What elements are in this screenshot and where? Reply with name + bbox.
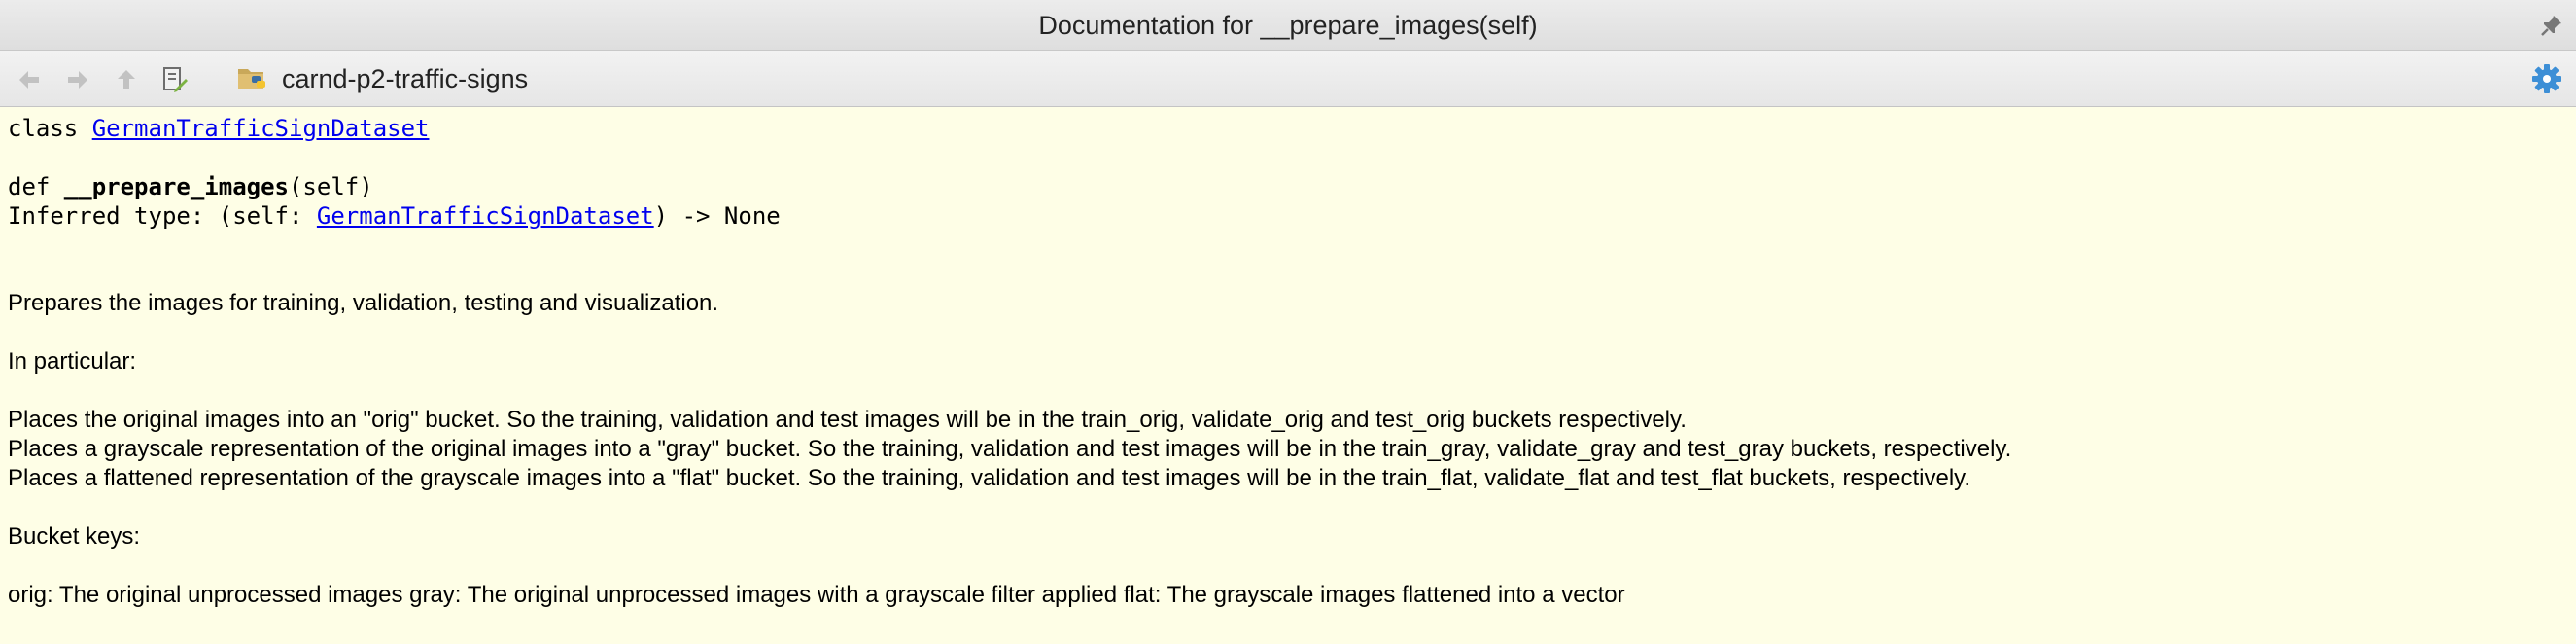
title-bar: Documentation for __prepare_images(self)	[0, 0, 2576, 51]
inferred-type-link[interactable]: GermanTrafficSignDataset	[317, 202, 654, 230]
inferred-suffix: ) -> None	[653, 202, 781, 230]
doc-summary: Prepares the images for training, valida…	[8, 290, 719, 316]
signature-line: def __prepare_images(self)	[8, 172, 373, 201]
inferred-prefix: Inferred type: (self:	[8, 202, 317, 230]
python-folder-icon	[238, 69, 265, 89]
function-name: __prepare_images	[63, 173, 289, 200]
documentation-content: class GermanTrafficSignDataset def __pre…	[0, 108, 2576, 644]
up-button[interactable]	[112, 65, 141, 94]
doc-detail-gray: Places a grayscale representation of the…	[8, 436, 2012, 462]
edit-source-icon	[163, 67, 188, 92]
window-title: Documentation for __prepare_images(self)	[1038, 11, 1538, 40]
doc-detail-orig: Places the original images into an "orig…	[8, 407, 1687, 433]
arrow-right-icon	[68, 71, 87, 89]
doc-detail-flat: Places a flattened representation of the…	[8, 465, 1971, 491]
bucket-keys-heading: Bucket keys:	[8, 523, 141, 550]
class-keyword: class	[8, 115, 92, 142]
class-link[interactable]: GermanTrafficSignDataset	[92, 115, 430, 142]
pin-icon[interactable]	[2539, 13, 2564, 38]
arrow-up-icon	[118, 70, 135, 89]
settings-button[interactable]	[2531, 63, 2562, 94]
back-button[interactable]	[15, 65, 44, 94]
doc-in-particular: In particular:	[8, 348, 137, 375]
doc-toolbar: carnd-p2-traffic-signs	[0, 51, 2576, 107]
breadcrumb[interactable]: carnd-p2-traffic-signs	[237, 58, 528, 99]
def-keyword: def	[8, 173, 64, 200]
forward-button[interactable]	[63, 65, 92, 94]
function-args: (self)	[288, 173, 373, 200]
inferred-type-line: Inferred type: (self: GermanTrafficSignD…	[8, 201, 781, 231]
class-line: class GermanTrafficSignDataset	[8, 114, 429, 143]
bucket-keys-text: orig: The original unprocessed images gr…	[8, 582, 1625, 608]
gear-icon	[2532, 64, 2561, 93]
breadcrumb-label: carnd-p2-traffic-signs	[282, 63, 529, 93]
edit-source-button[interactable]	[160, 65, 190, 94]
arrow-left-icon	[19, 71, 39, 89]
